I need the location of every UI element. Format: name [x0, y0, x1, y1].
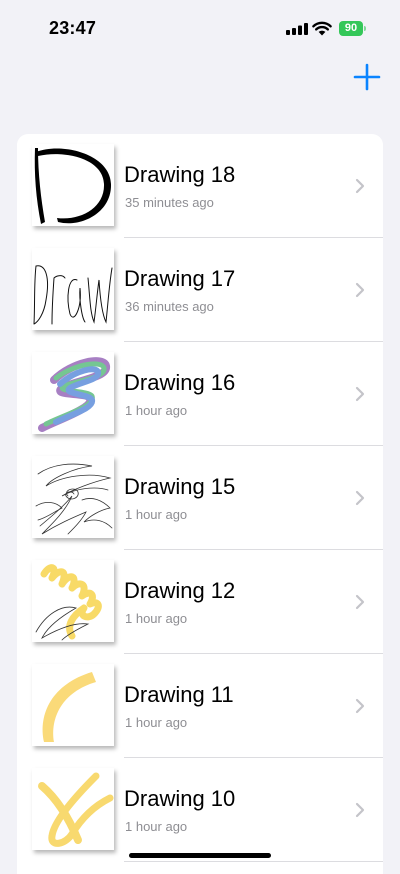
drawing-thumbnail: [32, 664, 114, 746]
status-time: 23:47: [49, 18, 97, 38]
drawing-title: Drawing 15: [124, 474, 236, 499]
drawing-title: Drawing 10: [124, 786, 236, 811]
drawing-timestamp: 1 hour ago: [125, 611, 188, 626]
drawing-title: Drawing 16: [124, 370, 236, 395]
chevron-right-icon: [355, 282, 365, 298]
add-drawing-button[interactable]: [352, 62, 382, 92]
chevron-right-icon: [355, 386, 365, 402]
drawing-title: Drawing 17: [124, 266, 236, 291]
drawing-timestamp: 1 hour ago: [125, 819, 188, 834]
drawing-thumbnail: [32, 560, 114, 642]
wifi-icon: [312, 21, 332, 36]
drawing-thumbnail: [32, 456, 114, 538]
chevron-right-icon: [355, 802, 365, 818]
drawings-list: Drawing 18 35 minutes ago Drawing 17 36 …: [17, 134, 383, 874]
drawing-timestamp: 36 minutes ago: [125, 299, 214, 314]
drawing-row[interactable]: Drawing 17 36 minutes ago: [17, 238, 383, 342]
drawing-timestamp: 1 hour ago: [125, 715, 188, 730]
battery-icon: 90: [339, 21, 367, 36]
drawing-timestamp: 35 minutes ago: [125, 195, 214, 210]
drawing-thumbnail: [32, 768, 114, 850]
drawing-title: Drawing 18: [124, 162, 236, 187]
row-separator: [124, 861, 383, 862]
drawing-row[interactable]: Drawing 15 1 hour ago: [17, 446, 383, 550]
chevron-right-icon: [355, 594, 365, 610]
status-bar: 23:47 90: [0, 0, 400, 58]
chevron-right-icon: [355, 178, 365, 194]
chevron-right-icon: [355, 698, 365, 714]
drawing-timestamp: 1 hour ago: [125, 507, 188, 522]
drawing-title: Drawing 11: [124, 682, 234, 707]
drawing-row[interactable]: Drawing 10 1 hour ago: [17, 758, 383, 862]
drawing-title: Drawing 12: [124, 578, 236, 603]
cellular-signal-icon: [286, 23, 308, 35]
chevron-right-icon: [355, 490, 365, 506]
battery-level: 90: [344, 22, 358, 34]
drawing-row[interactable]: Drawing 16 1 hour ago: [17, 342, 383, 446]
drawing-row[interactable]: Drawing 12 1 hour ago: [17, 550, 383, 654]
drawing-thumbnail: [32, 352, 114, 434]
drawing-row[interactable]: Drawing 11 1 hour ago: [17, 654, 383, 758]
drawing-row[interactable]: Drawing 18 35 minutes ago: [17, 134, 383, 238]
drawing-thumbnail: [32, 248, 114, 330]
drawing-thumbnail: [32, 144, 114, 226]
home-indicator[interactable]: [129, 853, 271, 858]
drawing-timestamp: 1 hour ago: [125, 403, 188, 418]
